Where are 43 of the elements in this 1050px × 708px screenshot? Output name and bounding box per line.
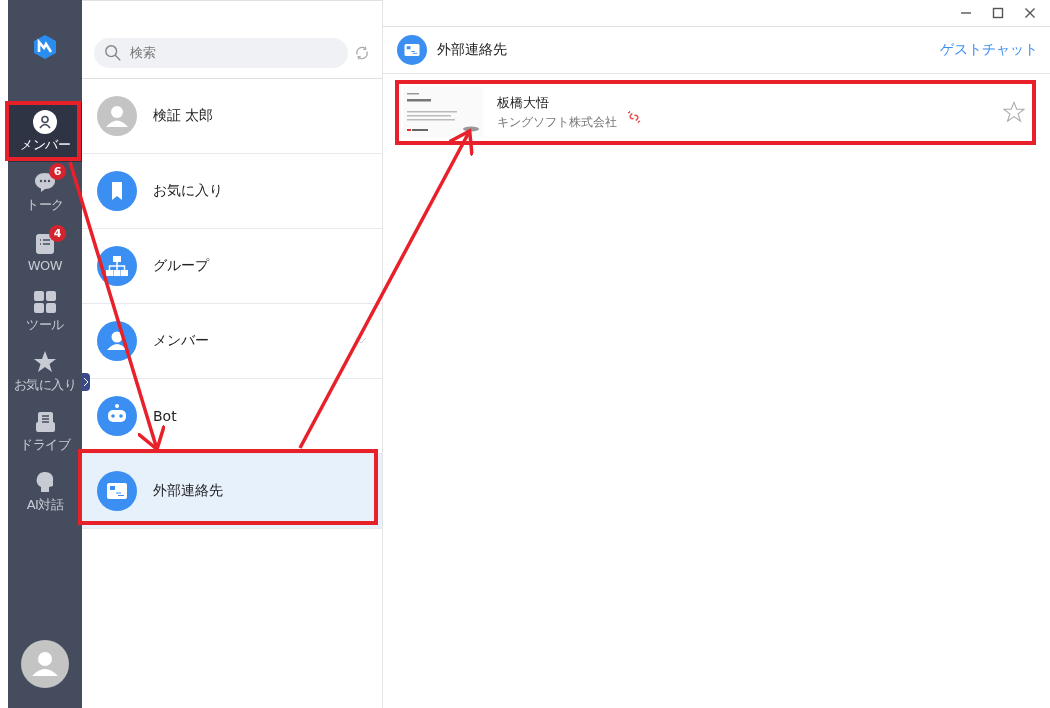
- sidebar-item[interactable]: AI対話: [8, 462, 82, 522]
- star-icon: [33, 350, 57, 374]
- bookmark-icon: [97, 171, 137, 211]
- contact-row[interactable]: 板橋大悟 キングソフト株式会社: [399, 84, 1033, 140]
- avatar-icon[interactable]: [21, 640, 69, 688]
- list-label: Bot: [153, 408, 178, 424]
- sidebar-item[interactable]: お気に入り: [8, 342, 82, 402]
- search-field[interactable]: 検索: [94, 37, 348, 68]
- person-icon: [97, 321, 137, 361]
- sidebar-item[interactable]: 4 WOW: [8, 222, 82, 282]
- company-name: キングソフト株式会社: [497, 113, 617, 131]
- list-item[interactable]: 外部連絡先: [82, 454, 382, 529]
- list-label: メンバー: [153, 332, 210, 350]
- card-icon: [397, 35, 427, 65]
- list-label: 外部連絡先: [153, 482, 224, 500]
- search-icon: [104, 43, 122, 62]
- star-icon[interactable]: [1003, 101, 1025, 123]
- person-icon: [33, 110, 57, 134]
- list-label: 検証 太郎: [153, 107, 215, 125]
- collapse-handle[interactable]: [82, 373, 90, 391]
- unread-badge: 6: [49, 163, 66, 180]
- chevron-icon[interactable]: [355, 337, 367, 345]
- list-item[interactable]: お気に入り: [82, 154, 382, 229]
- sidebar-item[interactable]: ドライブ: [8, 402, 82, 462]
- contact-name: 板橋大悟: [497, 93, 550, 112]
- list-label: グループ: [153, 257, 211, 275]
- drive-icon: [33, 410, 57, 434]
- sidebar-item[interactable]: 6 トーク: [8, 162, 82, 222]
- logo-icon: [32, 34, 58, 60]
- grid-icon: [33, 290, 57, 314]
- robot-icon: [97, 396, 137, 436]
- org-chart-icon: [97, 246, 137, 286]
- close-icon[interactable]: [1024, 7, 1036, 19]
- unread-badge: 4: [49, 224, 66, 242]
- maximize-icon[interactable]: [992, 7, 1004, 19]
- list-item[interactable]: 検証 太郎: [82, 79, 382, 154]
- sidebar-item[interactable]: ツール: [8, 282, 82, 342]
- avatar-icon: [97, 96, 137, 136]
- list-label: お気に入り: [153, 182, 224, 200]
- list-item[interactable]: グループ: [82, 229, 382, 304]
- card-icon: [97, 471, 137, 511]
- list-item[interactable]: メンバー: [82, 304, 382, 379]
- pane-title: 外部連絡先: [437, 41, 508, 59]
